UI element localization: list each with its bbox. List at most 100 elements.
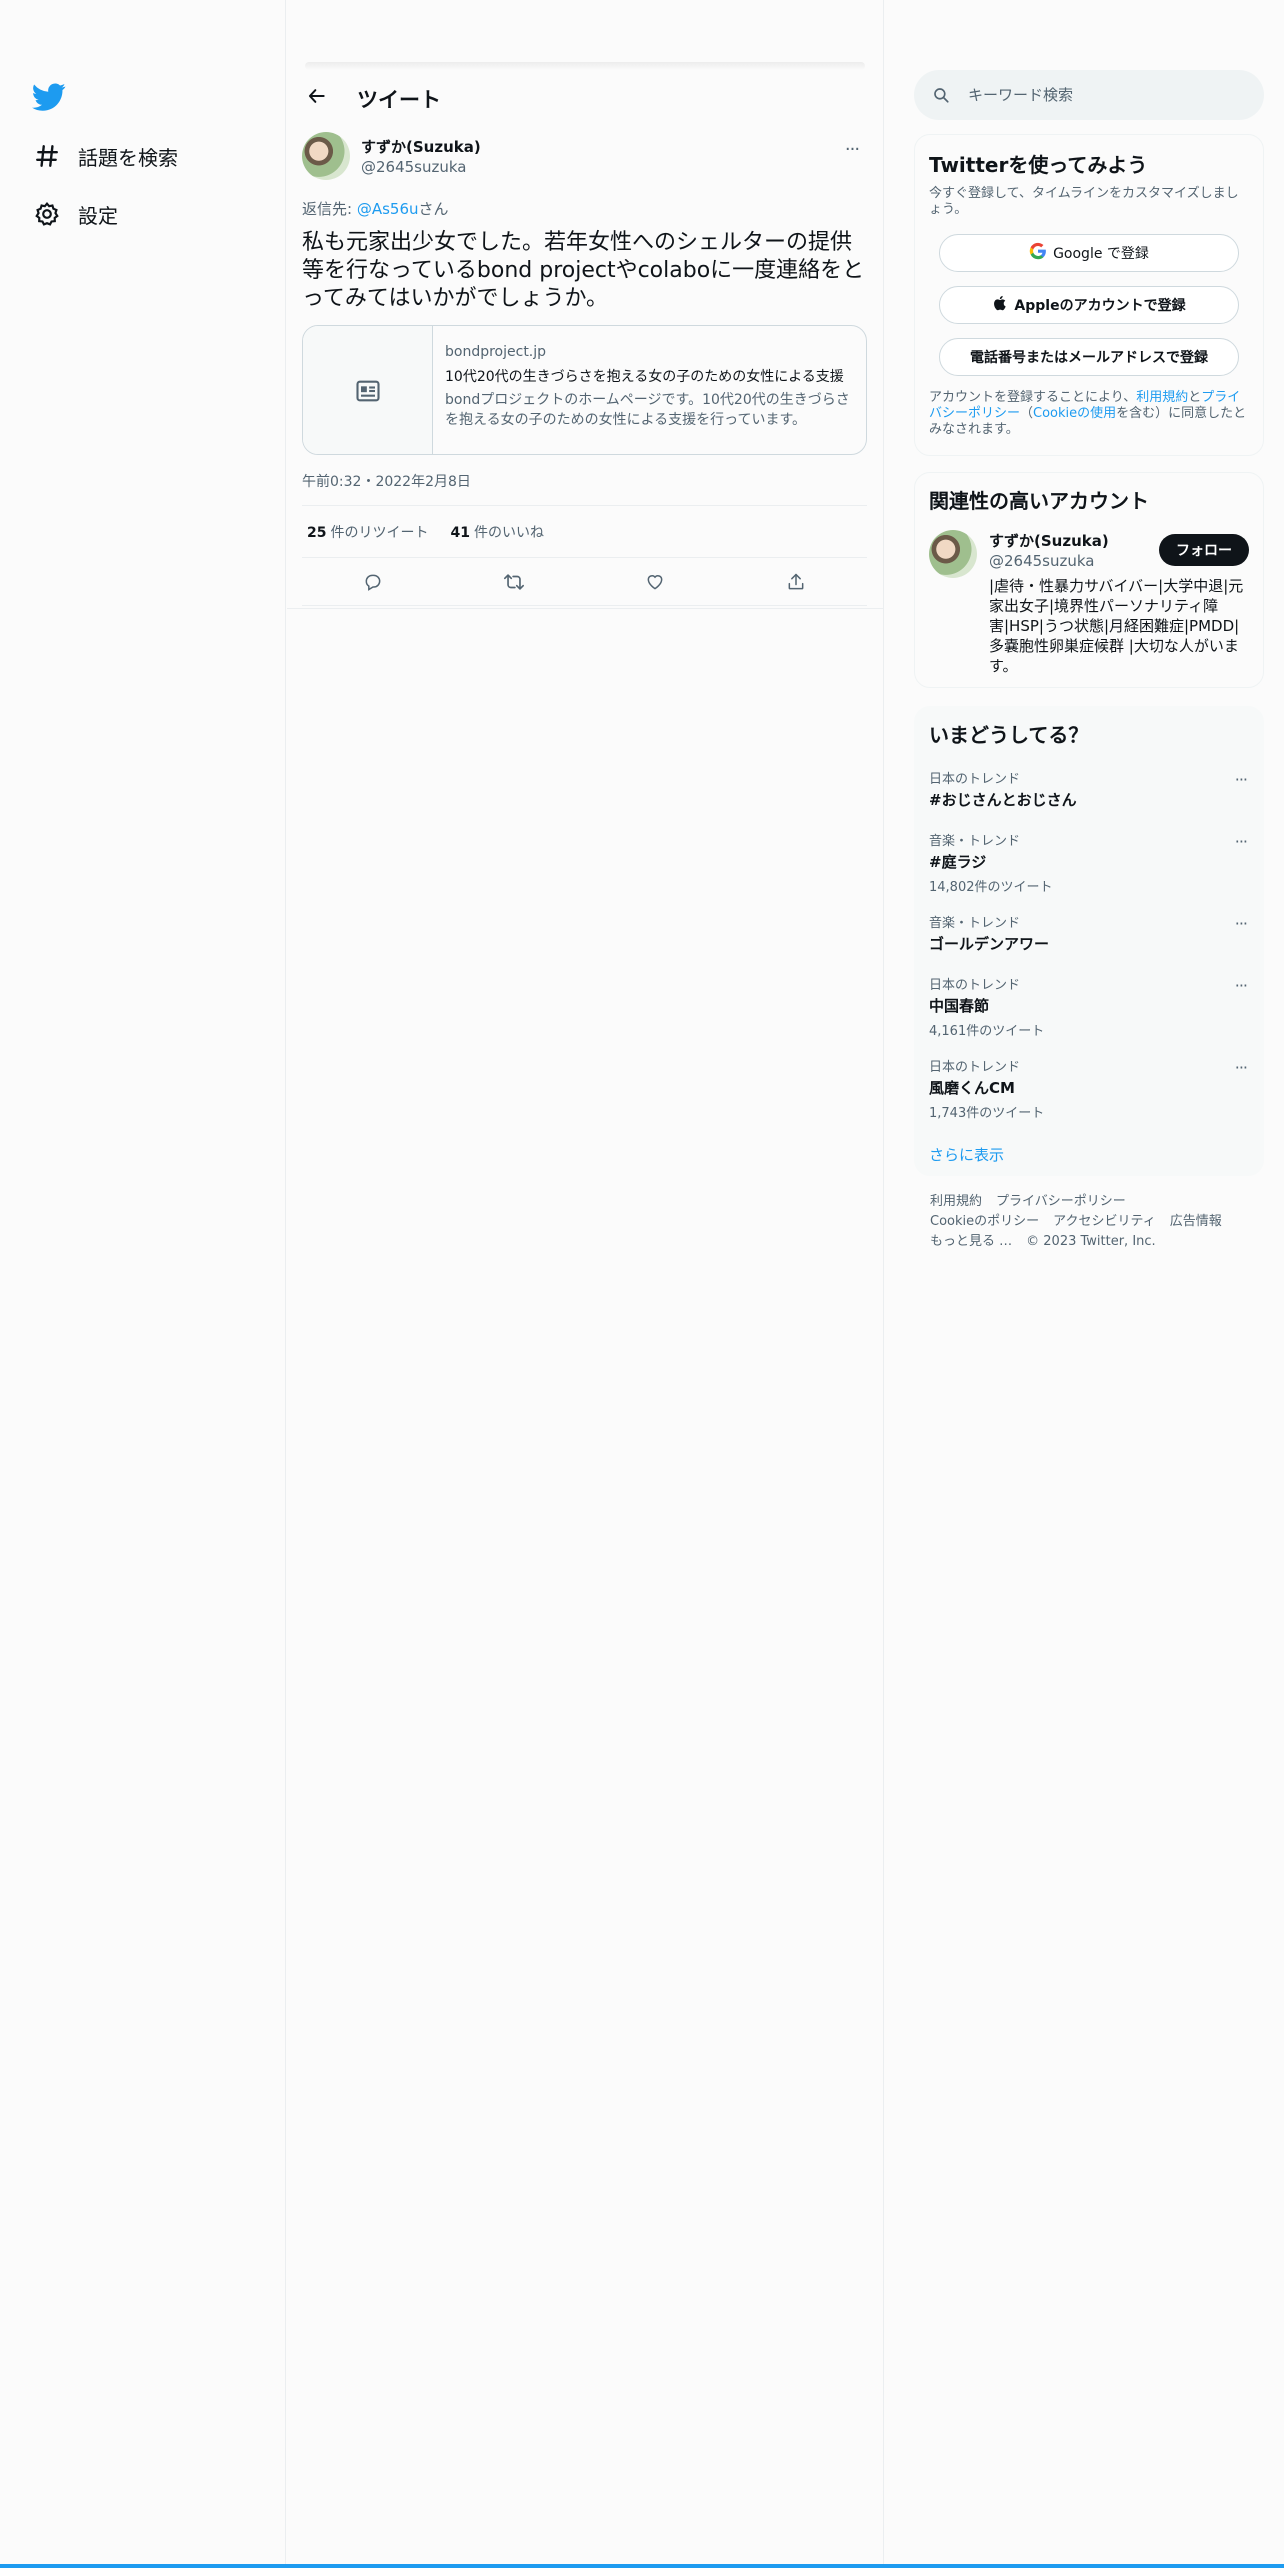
- retweets-stat[interactable]: 25 件のリツイート: [307, 522, 428, 542]
- terms-paren-open: （: [1020, 406, 1034, 421]
- nav-explore[interactable]: 話題を検索: [30, 136, 178, 176]
- trend-context: 日本のトレンド: [929, 1060, 1021, 1075]
- card-description: bondプロジェクトのホームページです。10代20代の生きづらさを抱える女の子の…: [445, 392, 850, 428]
- card-title: 10代20代の生きづらさを抱える女の子のための女性による支援: [445, 369, 844, 385]
- retweets-label: 件のリツイート: [330, 524, 429, 541]
- nav-settings[interactable]: 設定: [30, 194, 118, 234]
- trend-more-button[interactable]: ···: [1235, 770, 1248, 789]
- google-signup-label: Google で登録: [1053, 246, 1149, 262]
- reply-button[interactable]: [356, 565, 390, 599]
- article-icon: [355, 380, 380, 402]
- trend-name: ゴールデンアワー: [929, 935, 1050, 953]
- signup-panel: Twitterを使ってみよう 今すぐ登録して、タイムラインをカスタマイズしましょ…: [914, 134, 1264, 456]
- terms-link[interactable]: 利用規約: [1136, 390, 1188, 405]
- likes-label: 件のいいね: [473, 524, 544, 541]
- more-options-button[interactable]: ···: [837, 134, 867, 164]
- related-handle[interactable]: @2645suzuka: [989, 552, 1095, 570]
- footer-cookie-link[interactable]: Cookieのポリシー: [930, 1214, 1039, 1229]
- bottom-accent-bar: [0, 2564, 1284, 2568]
- footer: 利用規約 プライバシーポリシー Cookieのポリシー アクセシビリティ 広告情報 も…: [930, 1192, 1250, 1252]
- main-column: ツイート すずか(Suzuka) @2645suzuka ··· 返信先: @A…: [287, 0, 884, 2568]
- related-accounts-panel: 関連性の高いアカウント すずか(Suzuka) @2645suzuka フォロー…: [914, 472, 1264, 688]
- trend-name: 風磨くんCM: [929, 1079, 1015, 1097]
- trend-more-button[interactable]: ···: [1235, 832, 1248, 851]
- footer-more-link[interactable]: もっと見る …: [930, 1234, 1012, 1249]
- back-button[interactable]: [299, 78, 335, 114]
- trend-count: 1,743件のツイート: [929, 1106, 1045, 1121]
- trend-name: 中国春節: [929, 997, 990, 1015]
- top-shadow-strip: [305, 62, 865, 70]
- hashtag-icon: [30, 139, 64, 173]
- apple-icon: [992, 294, 1008, 316]
- nav-settings-label: 設定: [78, 203, 118, 228]
- show-more-link[interactable]: さらに表示: [915, 1144, 1263, 1165]
- signup-terms: アカウントを登録することにより、利用規約とプライバシーポリシー（Cookieの使…: [929, 390, 1249, 438]
- like-button[interactable]: [638, 565, 672, 599]
- tweet-timestamp[interactable]: 午前0:32・2022年2月8日: [302, 471, 867, 506]
- footer-copyright: © 2023 Twitter, Inc.: [1026, 1234, 1156, 1249]
- footer-accessibility-link[interactable]: アクセシビリティ: [1053, 1214, 1156, 1229]
- google-signup-button[interactable]: Google で登録: [939, 234, 1239, 272]
- tweet-stats: 25 件のリツイート 41 件のいいね: [302, 506, 867, 558]
- google-icon: [1029, 242, 1047, 264]
- trend-more-button[interactable]: ···: [1235, 914, 1248, 933]
- left-navigation: 話題を検索 設定: [0, 0, 286, 2568]
- trend-name: #庭ラジ: [929, 853, 987, 871]
- terms-and: と: [1188, 390, 1202, 405]
- search-bar[interactable]: [914, 70, 1264, 120]
- apple-signup-button[interactable]: Appleのアカウントで登録: [939, 286, 1239, 324]
- trend-more-button[interactable]: ···: [1235, 1058, 1248, 1077]
- trends-panel: いまどうしてる？ 日本のトレンド #おじさんとおじさん ··· 音楽・トレンド …: [914, 706, 1264, 1176]
- trend-item[interactable]: 日本のトレンド #おじさんとおじさん ···: [915, 768, 1263, 830]
- reply-icon: [365, 574, 381, 591]
- avatar[interactable]: [929, 530, 977, 578]
- related-name[interactable]: すずか(Suzuka): [989, 530, 1109, 551]
- reply-prefix: 返信先:: [302, 200, 357, 218]
- likes-count: 41: [450, 524, 470, 541]
- trend-more-button[interactable]: ···: [1235, 976, 1248, 995]
- retweet-button[interactable]: [497, 565, 531, 599]
- related-bio: |虐待・性暴力サバイバー|大学中退|元家出女子|境界性パーソナリティ障害|HSP…: [989, 577, 1244, 675]
- follow-button[interactable]: フォロー: [1159, 534, 1249, 566]
- tweet-detail: すずか(Suzuka) @2645suzuka ··· 返信先: @As56uさ…: [302, 130, 867, 606]
- tweet-author: すずか(Suzuka) @2645suzuka ···: [302, 130, 867, 186]
- trend-context: 日本のトレンド: [929, 978, 1021, 993]
- card-thumbnail: [303, 326, 433, 454]
- cookie-link[interactable]: Cookieの使用: [1033, 406, 1116, 421]
- share-button[interactable]: [779, 565, 813, 599]
- reply-suffix: さん: [418, 200, 449, 218]
- search-input[interactable]: [968, 86, 1228, 104]
- trend-context: 音楽・トレンド: [929, 834, 1021, 849]
- related-account[interactable]: すずか(Suzuka) @2645suzuka フォロー |虐待・性暴力サバイバ…: [929, 530, 1249, 680]
- author-handle[interactable]: @2645suzuka: [361, 158, 467, 176]
- twitter-logo-icon[interactable]: [32, 80, 66, 114]
- share-icon: [788, 573, 804, 589]
- trend-context: 音楽・トレンド: [929, 916, 1021, 931]
- trend-item[interactable]: 日本のトレンド 風磨くんCM 1,743件のツイート ···: [915, 1056, 1263, 1138]
- terms-prefix: アカウントを登録することにより、: [929, 390, 1137, 405]
- retweets-count: 25: [307, 524, 327, 541]
- footer-ads-link[interactable]: 広告情報: [1170, 1214, 1222, 1229]
- author-name[interactable]: すずか(Suzuka): [361, 136, 481, 157]
- trend-item[interactable]: 音楽・トレンド #庭ラジ 14,802件のツイート ···: [915, 830, 1263, 912]
- avatar[interactable]: [302, 132, 350, 180]
- trend-name: #おじさんとおじさん: [929, 791, 1077, 809]
- apple-signup-label: Appleのアカウントで登録: [1014, 298, 1186, 314]
- gear-icon: [30, 197, 64, 231]
- trend-count: 4,161件のツイート: [929, 1024, 1045, 1039]
- trend-item[interactable]: 音楽・トレンド ゴールデンアワー ···: [915, 912, 1263, 974]
- related-title: 関連性の高いアカウント: [929, 489, 1149, 513]
- card-body: bondproject.jp 10代20代の生きづらさを抱える女の子のための女性…: [433, 326, 866, 454]
- phone-email-signup-label: 電話番号またはメールアドレスで登録: [970, 350, 1208, 366]
- footer-terms-link[interactable]: 利用規約: [930, 1194, 982, 1209]
- trend-item[interactable]: 日本のトレンド 中国春節 4,161件のツイート ···: [915, 974, 1263, 1056]
- back-arrow-icon: [308, 89, 325, 103]
- link-card[interactable]: bondproject.jp 10代20代の生きづらさを抱える女の子のための女性…: [302, 325, 867, 455]
- tweet-actions: [302, 558, 867, 606]
- footer-privacy-link[interactable]: プライバシーポリシー: [996, 1194, 1126, 1209]
- reply-mention-link[interactable]: @As56u: [357, 200, 419, 218]
- phone-email-signup-button[interactable]: 電話番号またはメールアドレスで登録: [939, 338, 1239, 376]
- trends-title: いまどうしてる？: [929, 723, 1089, 747]
- tweet-header: ツイート: [287, 76, 884, 116]
- likes-stat[interactable]: 41 件のいいね: [450, 522, 543, 542]
